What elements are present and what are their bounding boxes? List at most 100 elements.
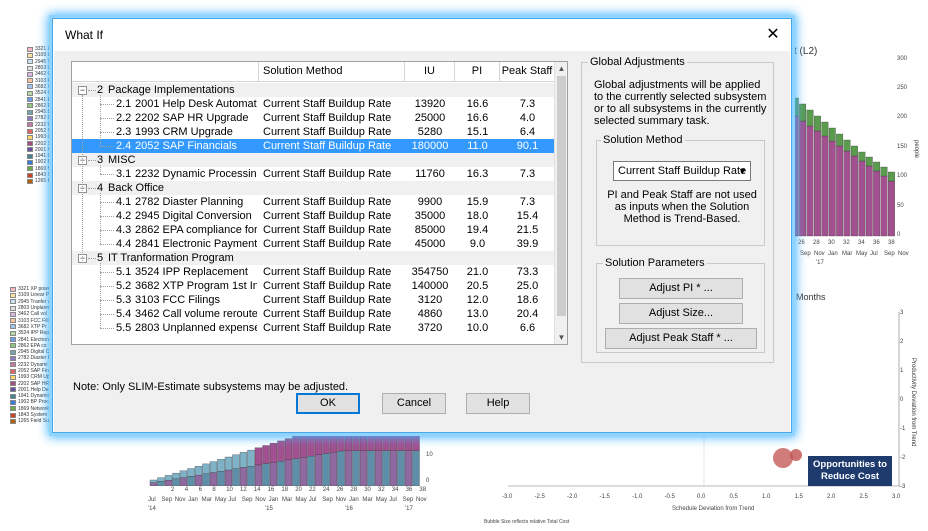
peak-cell[interactable]: 18.6 bbox=[500, 293, 555, 307]
pi-cell[interactable]: 18.0 bbox=[455, 209, 500, 223]
iu-cell[interactable]: 180000 bbox=[405, 139, 455, 153]
solution-method-cell[interactable]: Current Staff Buildup Rate bbox=[263, 209, 405, 223]
table-row[interactable]: 4.32862 EPA compliance for 2...Current S… bbox=[72, 223, 555, 237]
iu-cell[interactable]: 13920 bbox=[405, 97, 455, 111]
scroll-down-icon[interactable]: ▼ bbox=[555, 331, 567, 344]
column-header-solution-method[interactable]: Solution Method bbox=[259, 62, 405, 82]
solution-method-cell[interactable]: Current Staff Buildup Rate bbox=[263, 279, 405, 293]
cancel-button[interactable]: Cancel bbox=[382, 393, 446, 414]
collapse-icon[interactable]: − bbox=[78, 86, 87, 95]
legend-swatch bbox=[27, 115, 33, 121]
iu-cell[interactable]: 5280 bbox=[405, 125, 455, 139]
column-header-name[interactable] bbox=[72, 62, 259, 82]
solution-method-cell[interactable]: Current Staff Buildup Rate bbox=[263, 167, 405, 181]
iu-cell[interactable]: 11760 bbox=[405, 167, 455, 181]
peak-cell[interactable]: 20.4 bbox=[500, 307, 555, 321]
peak-cell[interactable]: 25.0 bbox=[500, 279, 555, 293]
table-row[interactable]: 3.1 2232 Dynamic Processing Current Staff … bbox=[72, 167, 555, 181]
scroll-thumb[interactable] bbox=[557, 76, 566, 316]
iu-cell[interactable]: 354750 bbox=[405, 265, 455, 279]
solution-method-cell[interactable]: Current Staff Buildup Rate bbox=[263, 125, 405, 139]
table-row[interactable]: 5.52803 Unplanned expense ...Current Sta… bbox=[72, 321, 555, 335]
peak-cell[interactable]: 6.4 bbox=[500, 125, 555, 139]
peak-cell[interactable]: 6.6 bbox=[500, 321, 555, 335]
peak-cell[interactable]: 7.3 bbox=[500, 97, 555, 111]
pi-cell[interactable]: 20.5 bbox=[455, 279, 500, 293]
ok-button[interactable]: OK bbox=[296, 393, 360, 414]
tree-group-row[interactable]: −5 IT Tranformation Program bbox=[72, 251, 555, 265]
solution-method-cell[interactable]: Current Staff Buildup Rate bbox=[263, 321, 405, 335]
tick-label: 2.5 bbox=[859, 494, 868, 500]
peak-cell[interactable]: 90.1 bbox=[500, 139, 555, 153]
pi-cell[interactable]: 16.6 bbox=[455, 111, 500, 125]
iu-cell[interactable]: 45000 bbox=[405, 237, 455, 251]
table-row[interactable]: 4.2 2945 Digital Conversion Current Staff … bbox=[72, 209, 555, 223]
pi-cell[interactable]: 10.0 bbox=[455, 321, 500, 335]
peak-cell[interactable]: 39.9 bbox=[500, 237, 555, 251]
solution-method-select[interactable]: Current Staff Buildup Rate ▼ bbox=[613, 161, 751, 181]
tick-label: 28 bbox=[350, 487, 358, 493]
pi-cell[interactable]: 15.1 bbox=[455, 125, 500, 139]
iu-cell[interactable]: 35000 bbox=[405, 209, 455, 223]
dialog-titlebar[interactable]: What If ✕ bbox=[53, 19, 791, 51]
table-row[interactable]: 5.4 3462 Call volume reroute Current Staff… bbox=[72, 307, 555, 321]
table-row[interactable]: 2.3 1993 CRM Upgrade Current Staff Buildu… bbox=[72, 125, 555, 139]
table-row[interactable]: 5.3 3103 FCC Filings Current Staff Buildup… bbox=[72, 293, 555, 307]
close-button[interactable]: ✕ bbox=[761, 23, 785, 47]
adjust-size-button[interactable]: Adjust Size... bbox=[619, 303, 743, 324]
solution-method-cell[interactable]: Current Staff Buildup Rate bbox=[263, 111, 405, 125]
solution-method-cell[interactable]: Current Staff Buildup Rate bbox=[263, 293, 405, 307]
peak-cell[interactable]: 7.3 bbox=[500, 195, 555, 209]
table-row[interactable]: 2.4 2052 SAP Financials Current Staff Buil… bbox=[72, 139, 555, 153]
column-header-peak-staff[interactable]: Peak Staff bbox=[500, 62, 555, 82]
what-if-dialog: What If ✕ Solution Method IU PI Peak Sta… bbox=[52, 18, 792, 433]
column-header-pi[interactable]: PI bbox=[455, 62, 500, 82]
subsystem-tree-grid[interactable]: Solution Method IU PI Peak Staff −2 Packa… bbox=[71, 61, 568, 345]
pi-cell[interactable]: 13.0 bbox=[455, 307, 500, 321]
solution-method-cell[interactable]: Current Staff Buildup Rate bbox=[263, 97, 405, 111]
peak-cell[interactable]: 7.3 bbox=[500, 167, 555, 181]
iu-cell[interactable]: 25000 bbox=[405, 111, 455, 125]
pi-cell[interactable]: 16.6 bbox=[455, 97, 500, 111]
tree-group-row[interactable]: −2 Package Implementations bbox=[72, 83, 555, 97]
iu-cell[interactable]: 3120 bbox=[405, 293, 455, 307]
peak-cell[interactable]: 15.4 bbox=[500, 209, 555, 223]
pi-cell[interactable]: 16.3 bbox=[455, 167, 500, 181]
solution-method-cell[interactable]: Current Staff Buildup Rate bbox=[263, 223, 405, 237]
vertical-scrollbar[interactable]: ▲ ▼ bbox=[554, 62, 567, 344]
peak-cell[interactable]: 4.0 bbox=[500, 111, 555, 125]
column-header-iu[interactable]: IU bbox=[405, 62, 455, 82]
solution-method-cell[interactable]: Current Staff Buildup Rate bbox=[263, 195, 405, 209]
adjust-peak-staff-button[interactable]: Adjust Peak Staff * ... bbox=[605, 328, 757, 349]
pi-cell[interactable]: 21.0 bbox=[455, 265, 500, 279]
help-button[interactable]: Help bbox=[466, 393, 530, 414]
solution-method-cell[interactable]: Current Staff Buildup Rate bbox=[263, 237, 405, 251]
solution-method-cell[interactable]: Current Staff Buildup Rate bbox=[263, 265, 405, 279]
scroll-up-icon[interactable]: ▲ bbox=[555, 62, 567, 75]
table-row[interactable]: 2.12001 Help Desk AutomationCurrent Staf… bbox=[72, 97, 555, 111]
solution-method-cell[interactable]: Current Staff Buildup Rate bbox=[263, 307, 405, 321]
tree-group-row[interactable]: −4 Back Office bbox=[72, 181, 555, 195]
solution-method-cell[interactable]: Current Staff Buildup Rate bbox=[263, 139, 405, 153]
peak-cell[interactable]: 21.5 bbox=[500, 223, 555, 237]
iu-cell[interactable]: 3720 bbox=[405, 321, 455, 335]
tick-label: 3 bbox=[900, 310, 904, 316]
iu-cell[interactable]: 85000 bbox=[405, 223, 455, 237]
adjust-pi-button[interactable]: Adjust PI * ... bbox=[619, 278, 743, 299]
table-row[interactable]: 5.1 3524 IPP Replacement Current Staff Bui… bbox=[72, 265, 555, 279]
iu-cell[interactable]: 4860 bbox=[405, 307, 455, 321]
peak-cell[interactable]: 73.3 bbox=[500, 265, 555, 279]
table-row[interactable]: 4.1 2782 Diaster Planning Current Staff Bu… bbox=[72, 195, 555, 209]
pi-cell[interactable]: 11.0 bbox=[455, 139, 500, 153]
iu-cell[interactable]: 9900 bbox=[405, 195, 455, 209]
pi-cell[interactable]: 9.0 bbox=[455, 237, 500, 251]
table-row[interactable]: 5.23682 XTP Program 1st Inc...Current St… bbox=[72, 279, 555, 293]
tree-group-row[interactable]: −3 MISC bbox=[72, 153, 555, 167]
pi-cell[interactable]: 19.4 bbox=[455, 223, 500, 237]
iu-cell[interactable]: 140000 bbox=[405, 279, 455, 293]
pi-cell[interactable]: 15.9 bbox=[455, 195, 500, 209]
table-row[interactable]: 4.42841 Electronic Payment R...Current S… bbox=[72, 237, 555, 251]
pi-cell[interactable]: 12.0 bbox=[455, 293, 500, 307]
legend-label: 3103 FCC Fili bbox=[18, 317, 49, 324]
table-row[interactable]: 2.2 2202 SAP HR Upgrade Current Staff Buil… bbox=[72, 111, 555, 125]
